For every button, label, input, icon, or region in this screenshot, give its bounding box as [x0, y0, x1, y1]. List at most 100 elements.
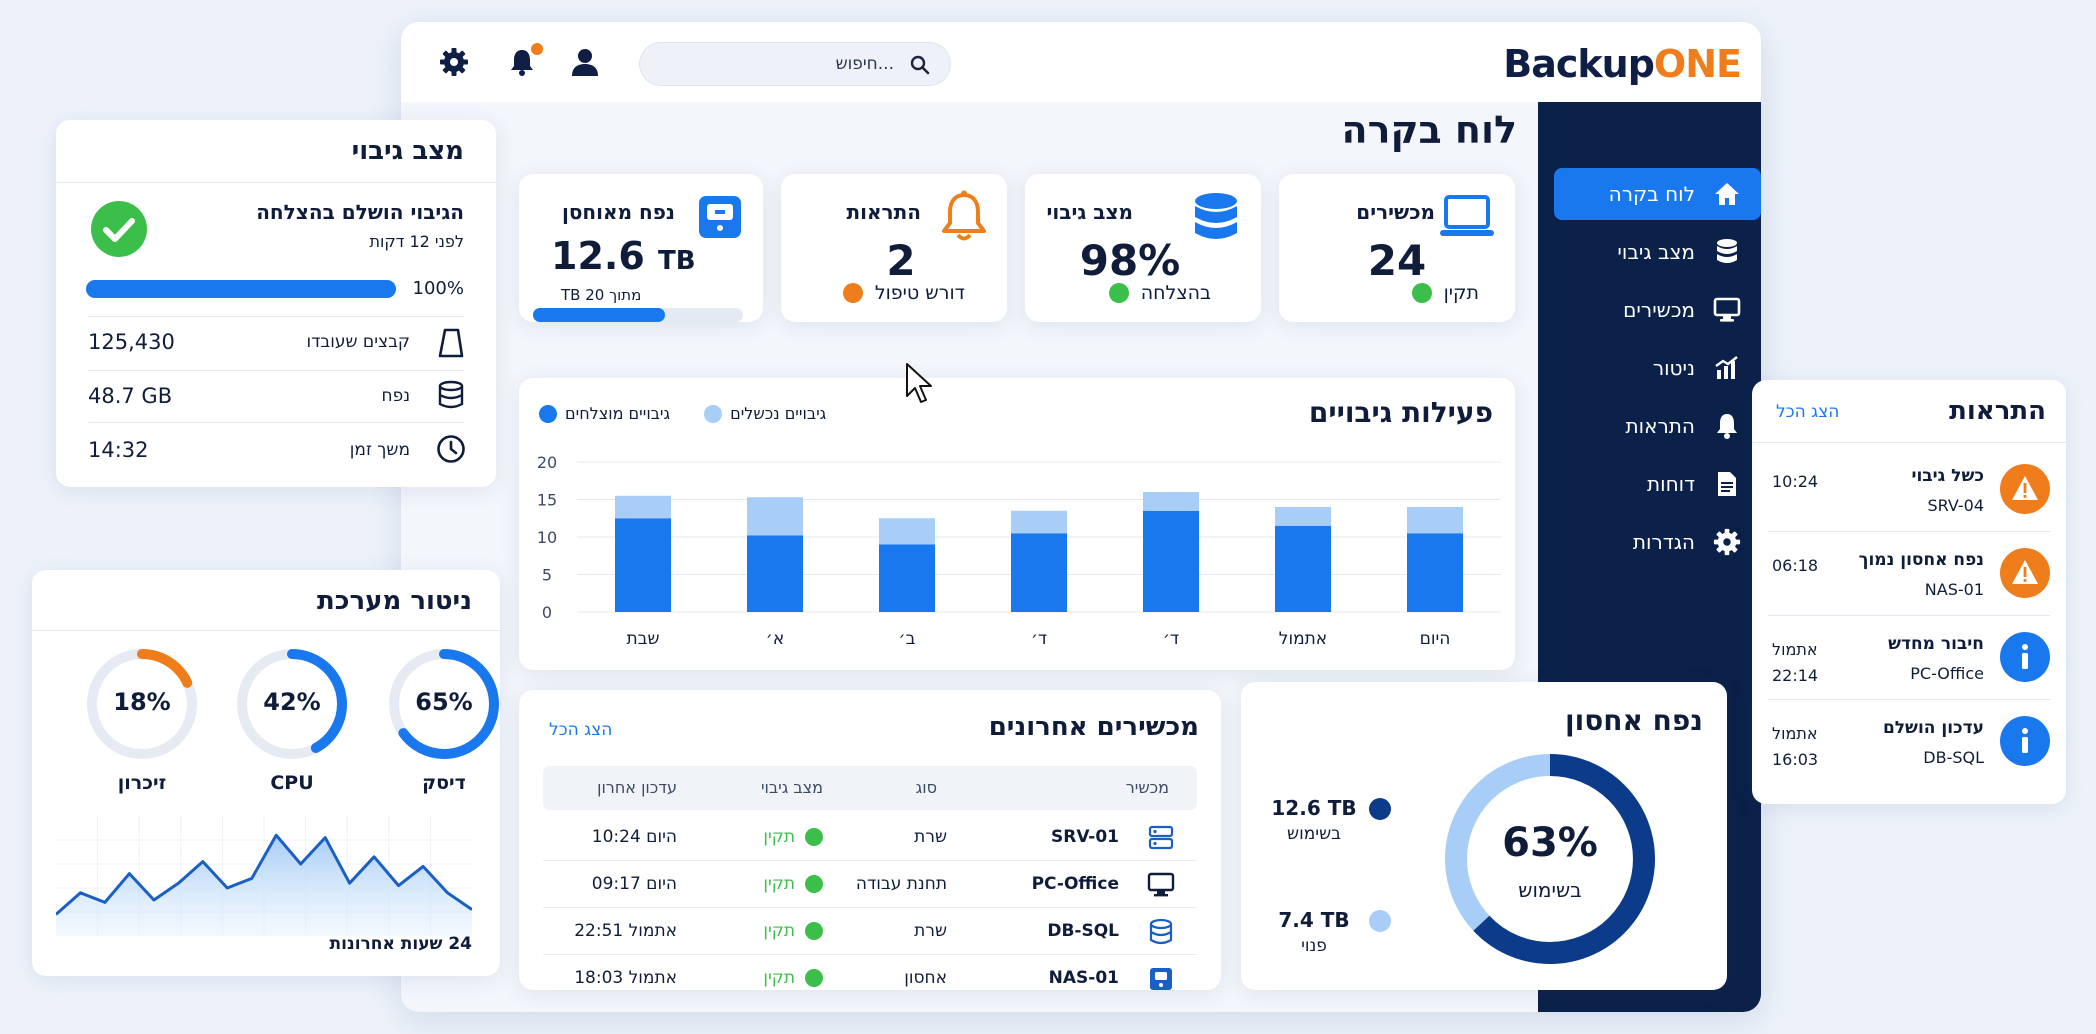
server-icon [1148, 825, 1174, 850]
stat-card-backup[interactable]: מצב גיבוי 98% בהצלחה [1025, 174, 1261, 322]
gauge-label: זיכרון [117, 772, 167, 794]
storage-used-label: בשימוש [1287, 824, 1341, 844]
stat-value-unit: TB [658, 246, 696, 276]
panel-title: התראות [1949, 396, 2046, 426]
backup-progress-label: 100% [412, 278, 464, 299]
stat-row-duration: 14:32 משך זמן [88, 424, 465, 476]
notifications-button[interactable] [507, 43, 543, 81]
stat-row-value: 14:32 [88, 438, 149, 462]
table-row[interactable]: NAS-01 אחסון תקין אתמול 18:03 [543, 955, 1197, 1002]
device-status-label: תקין [763, 968, 795, 988]
sidebar-item-dashboard[interactable]: לוח בקרה [1554, 168, 1761, 220]
user-icon [572, 49, 598, 76]
column-header: עדכון אחרון [597, 778, 677, 797]
sidebar-item-monitoring[interactable]: ניטור [1554, 342, 1761, 394]
stat-title: התראות [846, 200, 921, 224]
table-row[interactable]: PC-Office תחנת עבודה תקין היום 09:17 [543, 861, 1197, 908]
search-input[interactable]: חיפוש... [639, 42, 951, 86]
device-status-label: תקין [763, 921, 795, 941]
devices-view-all-link[interactable]: הצג הכל [549, 720, 612, 740]
stat-value: 24 [1367, 236, 1427, 285]
device-type: אחסון [904, 968, 947, 988]
bar-failed [747, 497, 803, 536]
stat-status-label: תקין [1443, 282, 1479, 304]
stat-title: מכשירים [1356, 200, 1435, 224]
clock-icon [437, 435, 465, 463]
backup-status-panel: מצב גיבוי הגיבוי הושלם בהצלחה לפני 12 דק… [56, 120, 496, 487]
gauge-disk: 65% דיסק [388, 648, 500, 798]
gauge-value: 18% [113, 688, 171, 716]
status-dot [805, 828, 823, 846]
column-header: סוג [915, 778, 937, 797]
storage-center-label: בשימוש [1518, 878, 1582, 902]
sidebar-item-settings[interactable]: הגדרות [1554, 516, 1761, 568]
sidebar-item-reports[interactable]: דוחות [1554, 458, 1761, 510]
device-updated: אתמול 18:03 [574, 968, 677, 988]
alert-time: אתמול [1772, 724, 1818, 743]
gauge-value: 42% [263, 688, 321, 716]
sidebar-item-backup-status[interactable]: מצב גיבוי [1554, 226, 1761, 278]
stat-card-storage[interactable]: נפח מאוחסן 12.6 TB מתוך 20 TB [519, 174, 763, 322]
panel-title: ניטור מערכת [317, 586, 472, 616]
divider [56, 182, 496, 183]
stat-row-files: 125,430 קבצים שעובדו [88, 318, 464, 370]
sidebar-item-alerts[interactable]: התראות [1554, 400, 1761, 452]
stat-row-volume: 48.7 GB נפח [88, 372, 464, 422]
sidebar-item-devices[interactable]: מכשירים [1554, 284, 1761, 336]
device-name: SRV-01 [1051, 827, 1119, 847]
x-tick-label: ד׳ [1031, 629, 1047, 649]
legend-swatch-free [1369, 910, 1391, 932]
legend-swatch-used [1369, 798, 1391, 820]
alert-device: PC-Office [1910, 664, 1984, 683]
backup-subline: לפני 12 דקות [369, 232, 464, 251]
y-tick-label: 5 [542, 566, 552, 585]
user-button[interactable] [571, 47, 599, 81]
search-placeholder: חיפוש... [835, 54, 894, 74]
alert-item[interactable]: חיבור מחדש PC-Office אתמול 22:14 [1768, 616, 2050, 700]
alert-icon-wrap [2000, 716, 2050, 770]
alert-item[interactable]: כשל גיבוי SRV-04 10:24 [1768, 448, 2050, 532]
alert-device: DB-SQL [1923, 748, 1984, 767]
table-row[interactable]: SRV-01 שרת תקין היום 10:24 [543, 814, 1197, 861]
page-title: לוח בקרה [1341, 108, 1517, 152]
device-updated: אתמול 22:51 [574, 921, 677, 941]
x-tick-label: היום [1420, 629, 1451, 649]
monitor-icon [1147, 872, 1175, 897]
alert-title: עדכון הושלם [1882, 718, 1984, 738]
storage-free-value: 7.4 TB [1278, 908, 1350, 932]
brand-logo-part1: Backup [1503, 42, 1655, 86]
device-status: תקין [763, 874, 823, 894]
x-tick-label: אתמול [1279, 629, 1327, 649]
device-status: תקין [763, 921, 823, 941]
backup-headline: הגיבוי הושלם בהצלחה [256, 200, 464, 224]
y-tick-label: 0 [542, 603, 552, 622]
storage-free-legend: 7.4 TB פנוי [1269, 908, 1359, 956]
table-row[interactable]: DB-SQL שרת תקין אתמול 22:51 [543, 908, 1197, 955]
warning-icon [2000, 464, 2050, 514]
stat-status: תקין [1411, 282, 1479, 304]
bell-icon [1717, 414, 1737, 439]
alert-icon-wrap [2000, 464, 2050, 518]
alert-item[interactable]: עדכון הושלם DB-SQL אתמול 16:03 [1768, 700, 2050, 784]
divider [88, 422, 464, 423]
status-dot [805, 922, 823, 940]
stat-card-devices[interactable]: מכשירים 24 תקין [1279, 174, 1515, 322]
stat-value-number: 12.6 [551, 234, 645, 278]
x-tick-label: א׳ [766, 629, 784, 649]
bar-failed [1011, 510, 1067, 534]
alerts-view-all-link[interactable]: הצג הכל [1776, 402, 1839, 422]
info-icon [2000, 716, 2050, 766]
x-tick-label: שבת [626, 629, 659, 649]
stat-card-alerts[interactable]: התראות 2 דורש טיפול [781, 174, 1007, 322]
sidebar-item-label: מכשירים [1623, 298, 1695, 322]
bar-success [879, 544, 935, 612]
nas-icon [1150, 968, 1172, 990]
x-tick-label: ב׳ [899, 629, 916, 649]
device-type: תחנת עבודה [855, 874, 947, 894]
device-name: NAS-01 [1048, 968, 1119, 988]
sidebar-item-label: הגדרות [1632, 530, 1695, 554]
alert-item[interactable]: נפח אחסון נמוך NAS-01 06:18 [1768, 532, 2050, 616]
settings-button[interactable] [439, 47, 469, 81]
activity-sparkline-chart [56, 816, 472, 936]
home-icon [1715, 183, 1739, 205]
